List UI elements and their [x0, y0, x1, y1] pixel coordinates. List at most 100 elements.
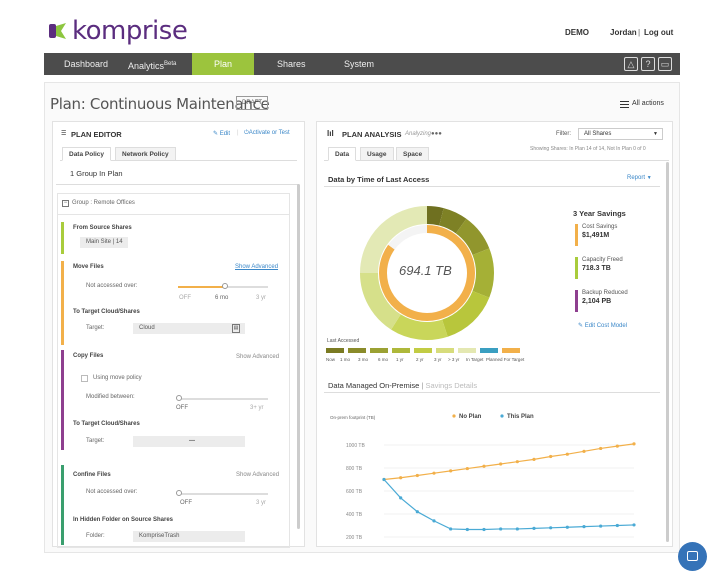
savings-details-link[interactable]: Savings Details	[425, 381, 477, 390]
tab-data[interactable]: Data	[328, 147, 357, 161]
tab-space[interactable]: Space	[396, 147, 430, 161]
filter-select[interactable]: All Shares ▼	[578, 128, 663, 140]
nav-shares[interactable]: Shares	[277, 53, 306, 75]
data-point[interactable]	[549, 526, 553, 530]
data-point[interactable]	[449, 527, 453, 531]
legend-swatch	[392, 348, 410, 353]
confine-slider-handle[interactable]	[176, 490, 182, 496]
data-point[interactable]	[582, 449, 586, 453]
help-icon[interactable]: ?	[641, 57, 655, 71]
legend-label: 1 mo	[340, 357, 351, 362]
copy-files-label: Copy Files	[73, 353, 104, 359]
data-point[interactable]	[549, 454, 553, 459]
section-managed-on-prem: Data Managed On-Premise | Savings Detail…	[328, 381, 478, 390]
donut-outer-segment[interactable]	[391, 314, 448, 340]
data-point[interactable]	[565, 525, 569, 529]
alert-icon[interactable]: △	[624, 57, 638, 71]
group-label: Group : Remote Offices	[72, 200, 135, 206]
edit-separator: |	[237, 130, 239, 136]
data-point[interactable]	[582, 525, 586, 529]
data-point[interactable]	[382, 477, 386, 482]
move-policy-checkbox[interactable]	[81, 375, 88, 382]
chat-icon[interactable]: ▭	[658, 57, 672, 71]
source-value[interactable]: Main Site | 14	[80, 237, 128, 248]
edit-cost-model-link[interactable]: ✎ Edit Cost Model	[578, 322, 627, 329]
data-point[interactable]	[515, 527, 519, 531]
data-point[interactable]	[599, 524, 603, 528]
analyzing-status: Analyzing●●●	[405, 131, 442, 137]
data-point[interactable]	[465, 466, 469, 471]
legend-label: 6 mo	[378, 357, 389, 362]
data-point[interactable]	[482, 464, 486, 468]
savings-value: 2,104 PB	[582, 298, 612, 305]
nav-system[interactable]: System	[344, 53, 374, 75]
copy-show-advanced[interactable]: Show Advanced	[236, 354, 279, 360]
data-point[interactable]	[599, 446, 603, 451]
data-point[interactable]	[465, 527, 469, 532]
edit-cost-model-label: Edit Cost Model	[584, 323, 628, 329]
editor-sliders-icon: ☰	[61, 131, 67, 137]
donut-outer-segment[interactable]	[438, 208, 467, 234]
scale-6mo: 6 mo	[215, 295, 229, 301]
donut-outer-segment[interactable]	[426, 206, 444, 226]
activate-link[interactable]: ⏻Activate or Test	[244, 130, 290, 137]
data-point[interactable]	[415, 510, 419, 514]
copy-target-field[interactable]: —	[133, 436, 245, 447]
show-advanced-link[interactable]: Show Advanced	[235, 264, 278, 270]
data-point[interactable]	[515, 460, 519, 464]
collapse-icon[interactable]: −	[62, 200, 69, 207]
donut-outer-segment[interactable]	[472, 248, 494, 298]
filter-value: All Shares	[584, 131, 612, 137]
copy-slider-track[interactable]	[178, 398, 268, 400]
filter-label: Filter:	[556, 131, 571, 137]
user-name[interactable]: Jordan	[610, 28, 637, 37]
nav-dashboard[interactable]: Dashboard	[64, 53, 108, 75]
data-point[interactable]	[399, 496, 403, 500]
legend-swatch	[436, 348, 454, 353]
copy-slider-handle[interactable]	[176, 395, 182, 401]
data-point[interactable]	[482, 527, 486, 532]
data-point[interactable]	[632, 442, 636, 446]
data-point[interactable]	[615, 523, 619, 528]
folder-field[interactable]: KompriseTrash	[133, 531, 245, 542]
editor-scrollbar[interactable]	[297, 184, 300, 529]
nav-plan[interactable]: Plan	[192, 53, 254, 75]
legend-label: > 3 yr	[448, 357, 460, 362]
data-point[interactable]	[432, 519, 436, 523]
menu-icon[interactable]	[620, 101, 629, 108]
data-point[interactable]	[565, 452, 569, 456]
data-point[interactable]	[432, 471, 436, 475]
move-slider-handle[interactable]	[222, 283, 228, 289]
divider	[56, 184, 299, 185]
target-field[interactable]: Cloud	[133, 323, 245, 334]
tab-network-policy[interactable]: Network Policy	[115, 147, 176, 161]
data-point[interactable]	[532, 457, 536, 461]
nav-analytics[interactable]: AnalyticsBeta	[128, 53, 176, 75]
all-actions-button[interactable]: All actions	[632, 100, 664, 107]
data-point[interactable]	[399, 476, 403, 480]
y-tick-label: 600 TB	[346, 489, 363, 495]
edit-link[interactable]: ✎ Edit	[213, 130, 230, 137]
data-point[interactable]	[632, 523, 636, 527]
confine-slider-track[interactable]	[178, 493, 268, 495]
line-chart: On-prem footprint (TB) 1000 TB 800 TB 600 T…	[330, 414, 636, 541]
chat-widget-button[interactable]	[678, 542, 707, 571]
tab-data-policy[interactable]: Data Policy	[62, 147, 112, 161]
legend-swatch	[480, 348, 498, 353]
data-point[interactable]	[499, 462, 503, 466]
tab-usage[interactable]: Usage	[360, 147, 394, 161]
bar-chart-icon: lıl	[327, 129, 334, 138]
savings-label: Cost Savings	[582, 224, 618, 230]
data-point[interactable]	[415, 473, 419, 478]
logout-link[interactable]: Log out	[644, 28, 673, 37]
target-picker-icon[interactable]: ▤	[232, 324, 240, 333]
report-dropdown[interactable]: Report ▼	[627, 175, 652, 181]
data-point[interactable]	[615, 444, 619, 448]
data-point[interactable]	[499, 527, 503, 531]
data-point[interactable]	[532, 526, 536, 530]
komprise-logo[interactable]: komprise	[48, 15, 188, 47]
data-point[interactable]	[449, 469, 453, 473]
confine-show-advanced[interactable]: Show Advanced	[236, 472, 279, 478]
divider	[57, 214, 290, 215]
analysis-scrollbar[interactable]	[666, 162, 669, 542]
